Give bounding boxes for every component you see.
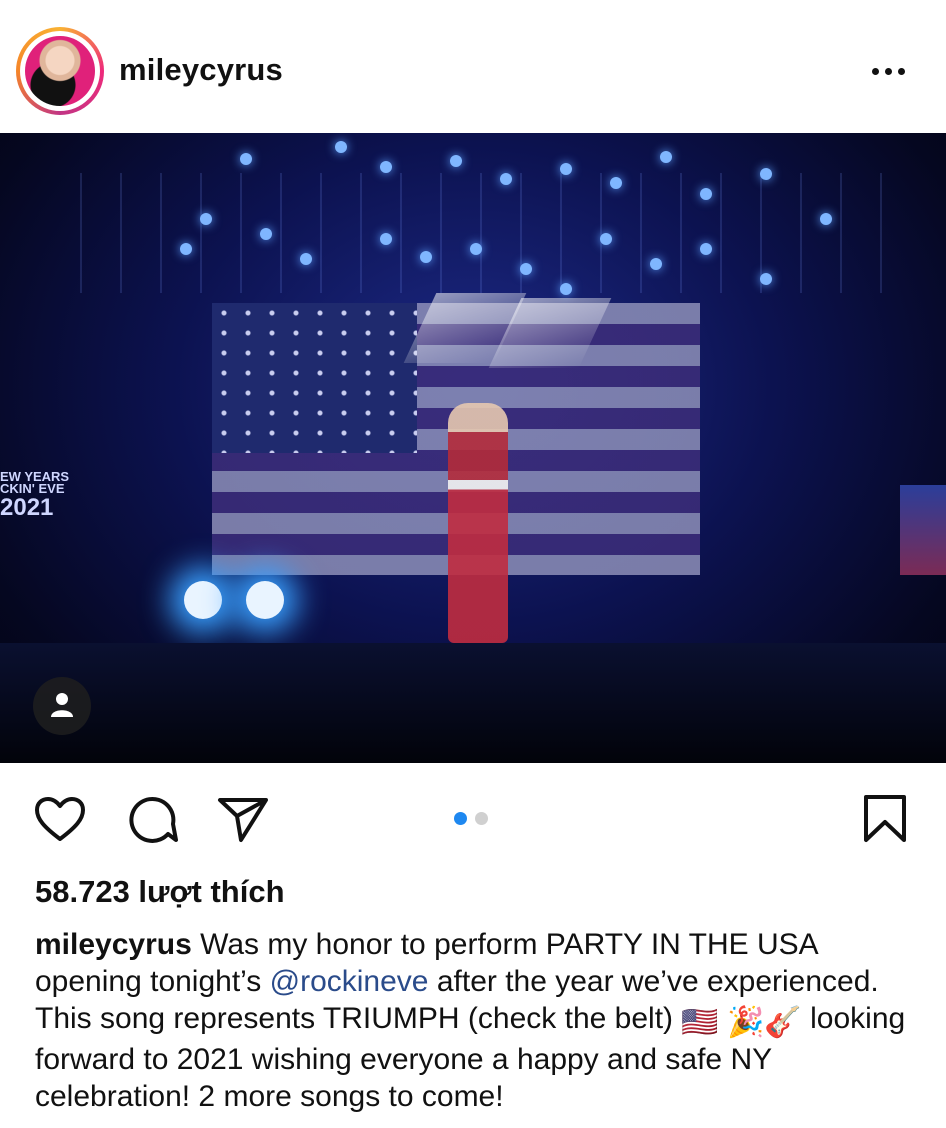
stage-light-dot xyxy=(260,228,272,240)
avatar[interactable] xyxy=(16,27,104,115)
post-photo[interactable]: EW YEARS CKIN' EVE 2021 xyxy=(0,133,946,763)
performer xyxy=(448,403,508,643)
stage-light-dot xyxy=(420,251,432,263)
stage-truss xyxy=(80,173,900,293)
stage-light-dot xyxy=(300,253,312,265)
avatar-image xyxy=(25,36,95,106)
send-icon xyxy=(218,798,268,842)
save-button[interactable] xyxy=(862,794,908,849)
post-header: mileycyrus xyxy=(0,0,946,133)
stage-light-dot xyxy=(760,168,772,180)
stage-light-dot xyxy=(610,177,622,189)
stage-light-dot xyxy=(820,213,832,225)
tagged-people-button[interactable] xyxy=(33,677,91,735)
share-button[interactable] xyxy=(217,796,269,849)
like-button[interactable] xyxy=(34,796,86,847)
bookmark-icon xyxy=(864,795,906,842)
stage-light-dot xyxy=(470,243,482,255)
more-horizontal-icon xyxy=(872,67,879,75)
post-username[interactable]: mileycyrus xyxy=(119,52,283,88)
stage-light-dot xyxy=(700,243,712,255)
stage-light-dot xyxy=(380,233,392,245)
stage-light xyxy=(246,581,284,619)
stage-light-dot xyxy=(200,213,212,225)
party-popper-emoji: 🎉 xyxy=(727,1006,765,1039)
stage-light-dot xyxy=(380,161,392,173)
side-screen xyxy=(900,485,946,575)
guitar-emoji: 🎸 xyxy=(764,1006,802,1039)
flag-canton xyxy=(212,303,417,453)
carousel-indicator xyxy=(454,812,488,825)
likes-count[interactable]: 58.723 lượt thích xyxy=(35,874,285,910)
comment-button[interactable] xyxy=(126,795,178,850)
stage-light-dot xyxy=(560,163,572,175)
us-flag-emoji: 🇺🇸 xyxy=(681,1006,719,1039)
event-sign-year: 2021 xyxy=(0,494,54,521)
event-sign: EW YEARS CKIN' EVE 2021 xyxy=(0,470,70,531)
stage-light-dot xyxy=(600,233,612,245)
stage-light xyxy=(184,581,222,619)
stage-light-dot xyxy=(660,151,672,163)
more-options-button[interactable] xyxy=(872,64,916,78)
stage-light-dot xyxy=(700,188,712,200)
stage-light-dot xyxy=(240,153,252,165)
caption-mention[interactable]: @rockineve xyxy=(270,965,429,998)
stage-light-dot xyxy=(180,243,192,255)
carousel-dot xyxy=(454,812,467,825)
stage-light-dot xyxy=(560,283,572,295)
post-caption: mileycyrus Was my honor to perform PARTY… xyxy=(35,926,915,1115)
stage-light-dot xyxy=(335,141,347,153)
caption-username[interactable]: mileycyrus xyxy=(35,928,192,961)
carousel-dot xyxy=(475,812,488,825)
stage-light-dot xyxy=(760,273,772,285)
stage-light-dot xyxy=(650,258,662,270)
stage-light-dot xyxy=(450,155,462,167)
stage-light-dot xyxy=(500,173,512,185)
comment-icon xyxy=(129,796,178,843)
stage-floor xyxy=(0,643,946,763)
stage-light-dot xyxy=(520,263,532,275)
heart-icon xyxy=(35,797,85,841)
person-icon xyxy=(51,693,73,717)
